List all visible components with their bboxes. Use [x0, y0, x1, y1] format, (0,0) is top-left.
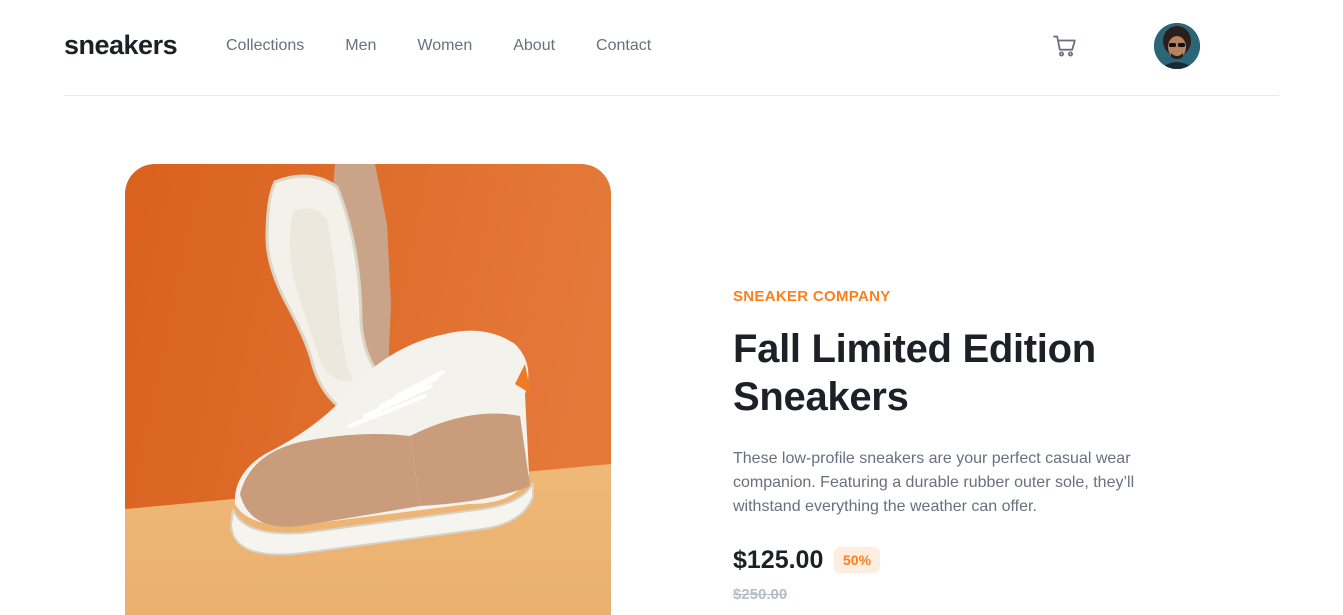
product-image[interactable]	[125, 164, 611, 615]
original-price: $250.00	[733, 586, 788, 603]
nav-link-contact[interactable]: Contact	[596, 37, 651, 55]
nav-link-about[interactable]: About	[513, 37, 555, 55]
discount-badge: 50%	[834, 547, 881, 573]
main-nav: Collections Men Women About Contact	[226, 37, 692, 55]
cart-icon[interactable]	[1053, 35, 1077, 57]
company-label: SNEAKER COMPANY	[733, 288, 891, 305]
site-header: sneakers Collections Men Women About Con…	[64, 0, 1279, 96]
avatar[interactable]	[1154, 23, 1200, 69]
product-description: These low-profile sneakers are your perf…	[733, 450, 1135, 515]
product-title: Fall Limited Edition Sneakers	[733, 327, 1096, 419]
nav-link-women[interactable]: Women	[417, 37, 472, 55]
current-price: $125.00	[733, 546, 824, 574]
nav-link-collections[interactable]: Collections	[226, 37, 304, 55]
logo[interactable]: sneakers	[64, 30, 178, 61]
nav-link-men[interactable]: Men	[345, 37, 376, 55]
